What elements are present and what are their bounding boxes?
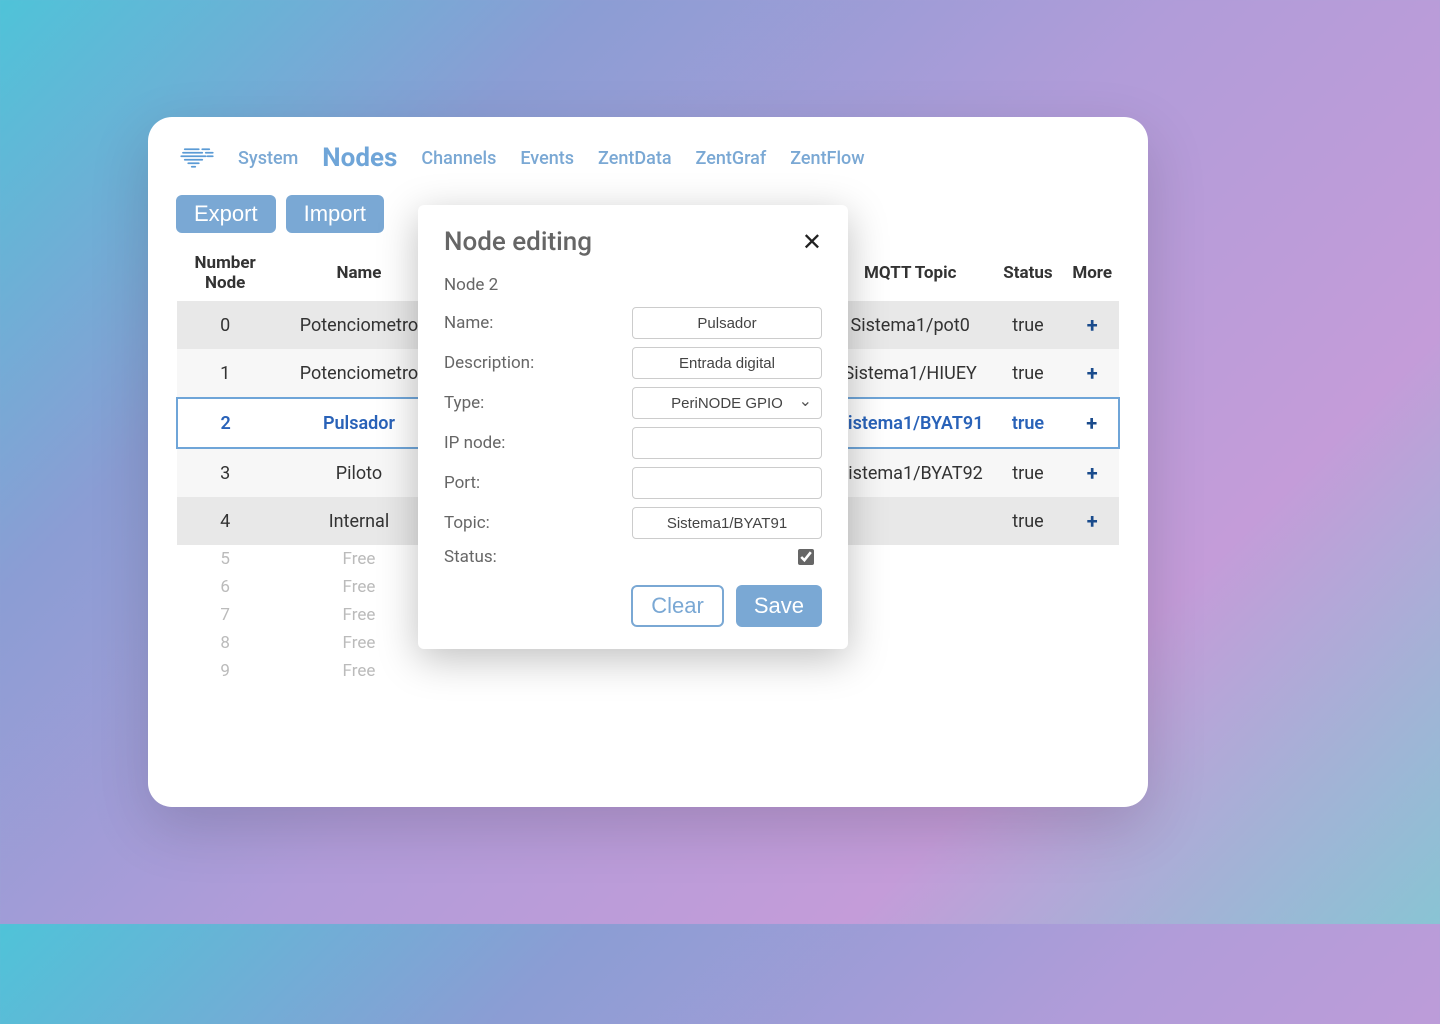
cell-num: 1 — [177, 349, 273, 398]
nav-zentdata[interactable]: ZentData — [598, 148, 671, 169]
cell-num: 7 — [177, 601, 273, 629]
input-ip[interactable] — [632, 427, 822, 459]
plus-icon[interactable]: + — [1087, 509, 1098, 533]
input-name[interactable] — [632, 307, 822, 339]
nav-channels[interactable]: Channels — [421, 148, 496, 169]
cell-status: true — [990, 349, 1065, 398]
table-row-free[interactable]: 9Free — [177, 657, 1119, 685]
plus-icon[interactable]: + — [1087, 313, 1098, 337]
label-description: Description: — [444, 353, 534, 373]
plus-icon[interactable]: + — [1087, 361, 1098, 385]
export-button[interactable]: Export — [176, 195, 276, 233]
input-port[interactable] — [632, 467, 822, 499]
clear-button[interactable]: Clear — [631, 585, 724, 627]
label-topic: Topic: — [444, 513, 490, 533]
modal-title: Node editing — [444, 227, 592, 257]
nav-zentgraf[interactable]: ZentGraf — [696, 148, 767, 169]
cell-num: 8 — [177, 629, 273, 657]
label-name: Name: — [444, 313, 493, 333]
main-card: System Nodes Channels Events ZentData Ze… — [148, 117, 1148, 807]
th-more: More — [1065, 245, 1119, 301]
cell-topic: Sistema1/HIUEY — [830, 349, 991, 398]
topbar: System Nodes Channels Events ZentData Ze… — [176, 137, 1120, 179]
checkbox-status[interactable] — [798, 549, 814, 565]
cell-status: true — [990, 448, 1065, 497]
th-topic: MQTT Topic — [830, 245, 991, 301]
cell-num: 4 — [177, 497, 273, 545]
label-status: Status: — [444, 547, 497, 567]
cell-free-label: Free — [273, 657, 444, 685]
node-edit-modal: Node editing ✕ Node 2 Name: Description:… — [418, 205, 848, 649]
cell-topic: Sistema1/BYAT92 — [830, 448, 991, 497]
nav-events[interactable]: Events — [520, 148, 574, 169]
label-port: Port: — [444, 473, 480, 493]
cell-topic: Sistema1/BYAT91 — [830, 398, 991, 448]
nav-nodes[interactable]: Nodes — [322, 143, 397, 173]
cell-num: 5 — [177, 545, 273, 573]
input-description[interactable] — [632, 347, 822, 379]
cell-num: 9 — [177, 657, 273, 685]
nav-zentflow[interactable]: ZentFlow — [790, 148, 864, 169]
label-ip: IP node: — [444, 433, 505, 453]
close-icon[interactable]: ✕ — [802, 228, 822, 257]
cell-topic — [830, 497, 991, 545]
plus-icon[interactable]: + — [1087, 461, 1098, 485]
input-topic[interactable] — [632, 507, 822, 539]
th-status: Status — [990, 245, 1065, 301]
save-button[interactable]: Save — [736, 585, 822, 627]
cell-status: true — [990, 301, 1065, 349]
top-nav: System Nodes Channels Events ZentData Ze… — [238, 143, 865, 173]
nav-system[interactable]: System — [238, 148, 298, 169]
cell-status: true — [990, 497, 1065, 545]
label-type: Type: — [444, 393, 484, 413]
plus-icon[interactable]: + — [1086, 411, 1097, 435]
import-button[interactable]: Import — [286, 195, 384, 233]
cell-num: 6 — [177, 573, 273, 601]
th-number: Number Node — [177, 245, 273, 301]
modal-subtitle: Node 2 — [444, 275, 822, 295]
cell-num: 2 — [177, 398, 273, 448]
cell-num: 3 — [177, 448, 273, 497]
cell-status: true — [990, 398, 1065, 448]
cell-topic: Sistema1/pot0 — [830, 301, 991, 349]
select-type[interactable]: PeriNODE GPIO — [632, 387, 822, 419]
logo-icon — [176, 137, 218, 179]
cell-num: 0 — [177, 301, 273, 349]
